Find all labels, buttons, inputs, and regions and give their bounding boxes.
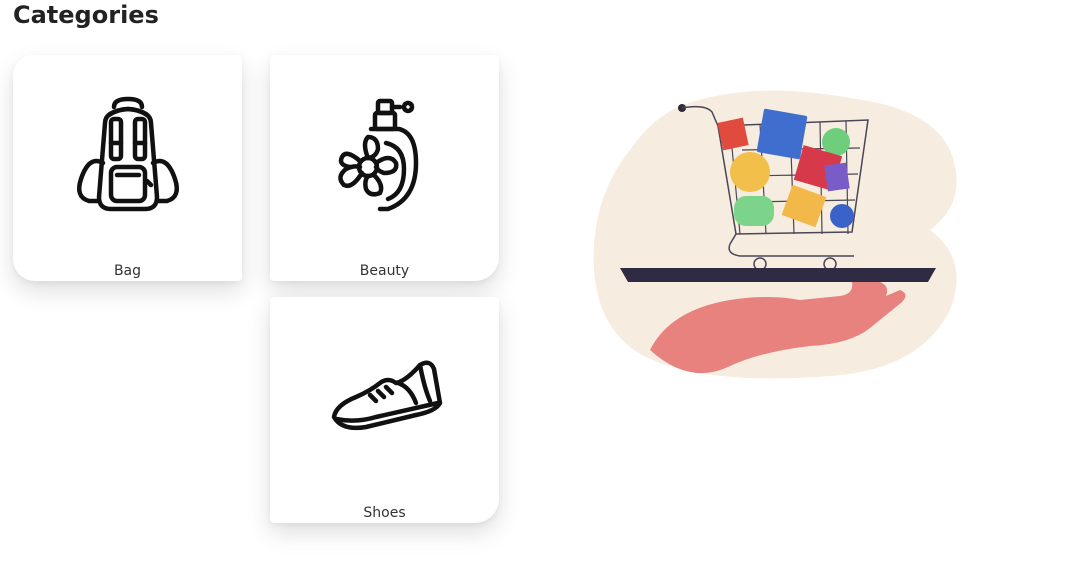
perfume-icon: [270, 93, 499, 217]
category-label: Bag: [113, 263, 142, 279]
category-card-bag[interactable]: Bag: [13, 55, 242, 281]
shopping-cart-on-hand-illustration: [590, 90, 970, 395]
sneaker-icon: [270, 357, 499, 437]
category-label: Beauty: [359, 263, 410, 279]
category-card-beauty[interactable]: Beauty: [270, 55, 499, 281]
backpack-icon: [13, 93, 242, 217]
category-label: Shoes: [363, 505, 406, 521]
page-title: Categories: [13, 1, 159, 29]
category-card-shoes[interactable]: Shoes: [270, 297, 499, 523]
